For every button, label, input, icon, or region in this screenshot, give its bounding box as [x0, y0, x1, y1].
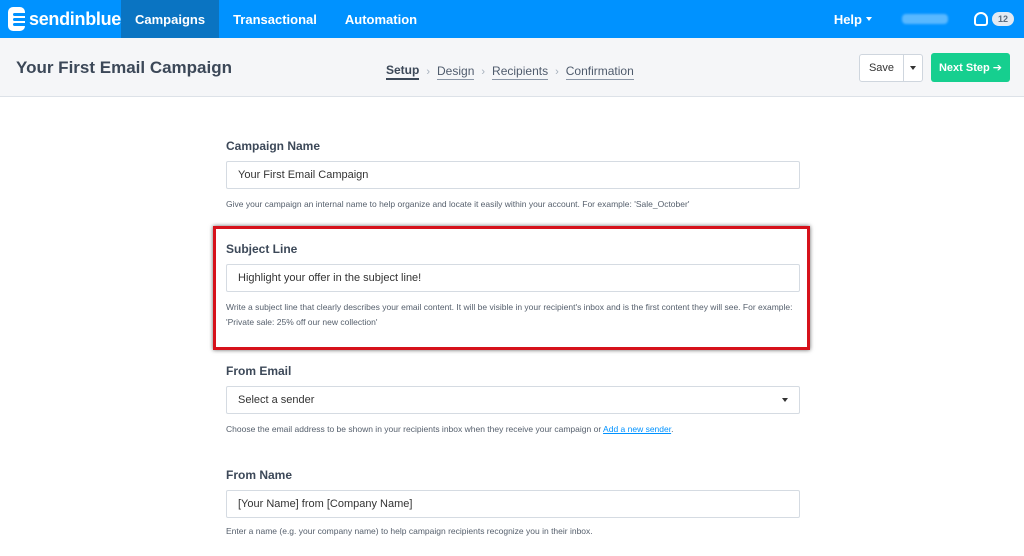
step-breadcrumb: Setup › Design › Recipients › Confirmati…	[386, 63, 634, 80]
help-label: Help	[833, 11, 862, 27]
campaign-name-section: Campaign Name Your First Email Campaign …	[226, 139, 800, 209]
from-email-select[interactable]: Select a sender	[226, 386, 800, 414]
from-name-help: Enter a name (e.g. your company name) to…	[226, 526, 593, 536]
from-email-selected: Select a sender	[238, 394, 315, 406]
caret-down-icon	[782, 398, 788, 402]
from-email-section: From Email Select a sender Choose the em…	[226, 364, 800, 434]
subject-line-input[interactable]: Highlight your offer in the subject line…	[226, 264, 800, 292]
step-recipients[interactable]: Recipients	[492, 64, 549, 80]
step-design[interactable]: Design	[437, 64, 475, 80]
campaign-name-help: Give your campaign an internal name to h…	[226, 199, 690, 209]
save-options-dropdown[interactable]	[904, 55, 922, 81]
chevron-right-icon: ›	[555, 65, 559, 78]
campaign-name-input[interactable]: Your First Email Campaign	[226, 161, 800, 189]
from-email-help: Choose the email address to be shown in …	[226, 422, 800, 437]
bell-icon[interactable]	[973, 12, 988, 26]
from-email-help-suffix: .	[671, 424, 674, 434]
step-setup[interactable]: Setup	[386, 63, 420, 80]
chevron-right-icon: ›	[426, 65, 431, 78]
page-title: Your First Email Campaign	[16, 58, 233, 77]
campaign-header: Your First Email Campaign Setup › Design…	[0, 38, 1024, 97]
chevron-right-icon: ›	[481, 65, 486, 78]
help-menu[interactable]: Help	[834, 12, 872, 27]
campaign-name-label: Campaign Name	[226, 139, 321, 153]
subject-line-label: Subject Line	[226, 242, 298, 256]
nav-right: Help 12	[834, 0, 1024, 38]
nav-item-automation[interactable]: Automation	[331, 0, 431, 38]
brand-name: sendinblue	[28, 8, 121, 29]
from-email-help-text: Choose the email address to be shown in …	[226, 424, 604, 434]
from-name-label: From Name	[226, 468, 293, 482]
nav-item-transactional[interactable]: Transactional	[219, 0, 331, 38]
caret-down-icon	[865, 17, 872, 21]
brand[interactable]: sendinblue	[0, 0, 121, 38]
sendinblue-logo-icon	[8, 7, 27, 31]
nav-item-campaigns[interactable]: Campaigns	[121, 0, 220, 38]
save-button-group: Save	[859, 54, 923, 82]
from-name-section: From Name [Your Name] from [Company Name…	[226, 468, 800, 536]
add-new-sender-link[interactable]: Add a new sender	[603, 424, 671, 434]
save-button[interactable]: Save	[860, 55, 904, 81]
notification-badge[interactable]: 12	[991, 12, 1014, 26]
subject-line-help: Write a subject line that clearly descri…	[226, 302, 793, 327]
account-menu[interactable]	[901, 14, 948, 24]
from-email-label: From Email	[226, 364, 292, 378]
top-navigation: sendinblue Campaigns Transactional Autom…	[0, 0, 1024, 38]
subject-line-section: Subject Line Highlight your offer in the…	[226, 242, 800, 327]
step-confirmation[interactable]: Confirmation	[565, 64, 634, 80]
caret-down-icon	[910, 66, 916, 70]
from-name-input[interactable]: [Your Name] from [Company Name]	[226, 490, 800, 518]
next-step-button[interactable]: Next Step ➔	[931, 53, 1010, 82]
